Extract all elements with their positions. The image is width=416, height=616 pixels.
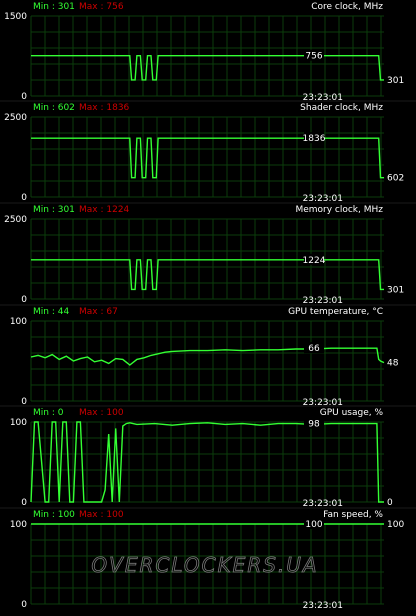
chart-title: Fan speed, %	[323, 510, 383, 520]
series-line	[30, 347, 385, 366]
end-value-label: 301	[387, 76, 404, 86]
y-axis-min-label: 0	[21, 498, 27, 508]
end-value-label: 100	[387, 520, 404, 530]
max-label: Max : 756	[79, 2, 124, 12]
max-label: Max : 100	[79, 408, 124, 418]
min-label: Min : 44	[33, 307, 69, 317]
chart-title: GPU temperature, °C	[288, 307, 383, 317]
y-axis-max-label: 1500	[4, 12, 27, 22]
chart-title: Core clock, MHz	[311, 2, 383, 12]
chart-title: Shader clock, MHz	[300, 103, 383, 113]
end-value-label: 301	[387, 285, 404, 295]
hardware-monitor: Min : 301 Max : 756 Core clock, MHz 1500 0 75…	[0, 2, 416, 611]
current-value-label: 756	[305, 52, 322, 62]
max-label: Max : 1224	[79, 205, 130, 215]
y-axis-min-label: 0	[21, 295, 27, 305]
current-value-label: 1224	[303, 256, 326, 266]
chart-title: GPU usage, %	[320, 408, 384, 418]
series-line	[31, 55, 384, 81]
y-axis-min-label: 0	[21, 193, 27, 203]
end-value-label: 0	[387, 498, 393, 508]
current-value-label: 100	[305, 520, 322, 530]
max-label: Max : 1836	[79, 103, 130, 113]
current-value-label: 1836	[303, 134, 326, 144]
current-value-label: 98	[308, 420, 320, 430]
series-line	[31, 137, 384, 179]
timestamp-label: 23:23:01	[303, 601, 343, 611]
watermark-logo: OVERCLOCKERS.UA	[91, 553, 318, 577]
y-axis-min-label: 0	[21, 600, 27, 610]
max-label: Max : 100	[79, 510, 124, 520]
y-axis-max-label: 2500	[4, 215, 27, 225]
end-value-label: 602	[387, 174, 404, 184]
y-axis-max-label: 100	[10, 317, 27, 327]
min-label: Min : 301	[33, 2, 75, 12]
chart-title: Memory clock, MHz	[295, 205, 383, 215]
min-label: Min : 100	[33, 510, 75, 520]
end-value-label: 48	[387, 359, 399, 369]
current-value-label: 66	[308, 344, 320, 354]
series-line	[30, 421, 384, 503]
y-axis-max-label: 100	[10, 520, 27, 530]
series-line	[31, 259, 384, 291]
min-label: Min : 0	[33, 408, 64, 418]
y-axis-max-label: 2500	[4, 113, 27, 123]
min-label: Min : 602	[33, 103, 75, 113]
max-label: Max : 67	[79, 307, 118, 317]
y-axis-max-label: 100	[10, 418, 27, 428]
min-label: Min : 301	[33, 205, 75, 215]
